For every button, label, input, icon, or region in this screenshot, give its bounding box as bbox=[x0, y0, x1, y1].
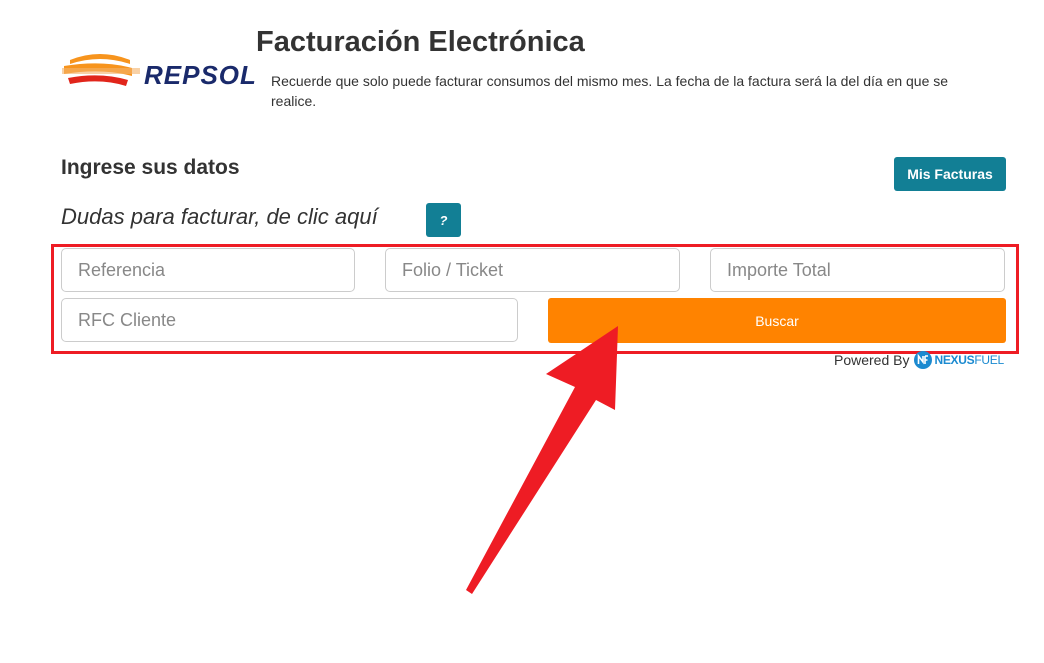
provider-name-b: FUEL bbox=[974, 353, 1004, 367]
repsol-logo-icon bbox=[62, 54, 140, 86]
buscar-button[interactable]: Buscar bbox=[548, 298, 1006, 343]
provider-name: NEXUSFUEL bbox=[934, 353, 1004, 367]
powered-by: Powered By NEXUSFUEL bbox=[834, 351, 1004, 369]
rfc-cliente-input[interactable] bbox=[61, 298, 518, 342]
red-arrow-icon bbox=[466, 326, 618, 594]
help-button[interactable]: ? bbox=[426, 203, 461, 237]
section-title: Ingrese sus datos bbox=[61, 156, 240, 179]
repsol-wordmark: REPSOL bbox=[144, 60, 257, 90]
nexusfuel-logo-icon bbox=[914, 351, 933, 369]
repsol-logo: REPSOL bbox=[62, 50, 274, 94]
folio-ticket-input[interactable] bbox=[385, 248, 680, 292]
help-text: Dudas para facturar, de clic aquí bbox=[61, 204, 378, 229]
mis-facturas-button[interactable]: Mis Facturas bbox=[894, 157, 1006, 191]
referencia-input[interactable] bbox=[61, 248, 355, 292]
page-title: Facturación Electrónica bbox=[256, 26, 585, 58]
importe-total-input[interactable] bbox=[710, 248, 1005, 292]
powered-by-label: Powered By bbox=[834, 352, 910, 368]
billing-notice: Recuerde que solo puede facturar consumo… bbox=[271, 73, 949, 109]
provider-name-a: NEXUS bbox=[934, 353, 975, 367]
